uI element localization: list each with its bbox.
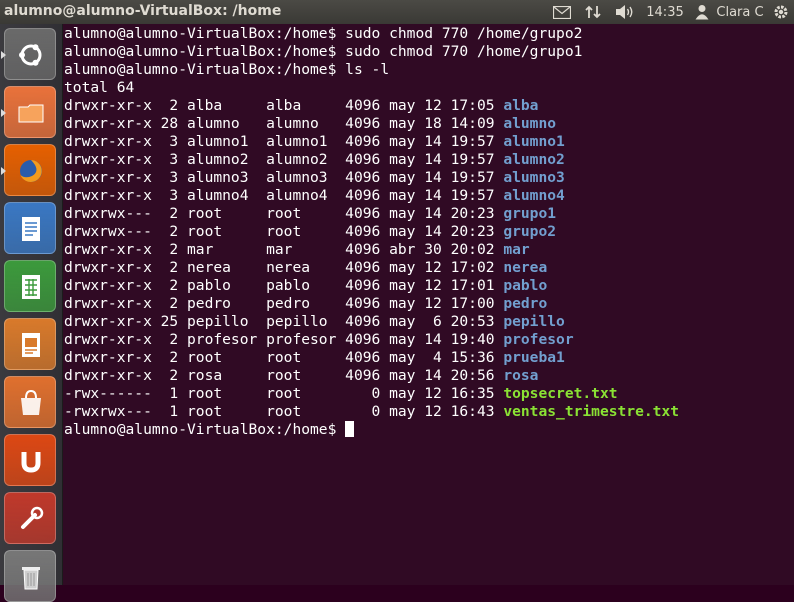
prompt-line: alumno@alumno-VirtualBox:/home$	[64, 43, 337, 60]
launcher-item-ubuntu-dash[interactable]	[1, 28, 56, 80]
running-indicator	[1, 167, 6, 175]
clock[interactable]: 14:35	[645, 2, 685, 22]
shopping-bag-icon	[15, 387, 47, 419]
file-name[interactable]: alumno	[503, 115, 556, 132]
launcher-item-ubuntu-one[interactable]	[4, 434, 56, 486]
terminal-output[interactable]: alumno@alumno-VirtualBox:/home$ sudo chm…	[64, 25, 679, 439]
listing-row: drwxr-xr-x 3 alumno2 alumno2 4096 may 14…	[64, 151, 565, 168]
file-name[interactable]: mar	[503, 241, 529, 258]
launcher-item-files[interactable]	[1, 86, 56, 138]
listing-row: drwxr-xr-x 2 pedro pedro 4096 may 12 17:…	[64, 295, 548, 312]
prompt-line: alumno@alumno-VirtualBox:/home$	[64, 421, 337, 438]
calc-icon	[15, 271, 47, 303]
listing-row: drwxrwx--- 2 root root 4096 may 14 20:23…	[64, 223, 557, 240]
user-name[interactable]: Clara C	[714, 2, 766, 22]
listing-row: drwxr-xr-x 28 alumno alumno 4096 may 18 …	[64, 115, 557, 132]
network-icon[interactable]	[583, 2, 603, 22]
user-icon[interactable]	[694, 2, 710, 22]
prompt-line: alumno@alumno-VirtualBox:/home$	[64, 61, 337, 78]
file-name[interactable]: nerea	[503, 259, 547, 276]
launcher-item-system-settings[interactable]	[4, 492, 56, 544]
file-name[interactable]: ventas_trimestre.txt	[503, 403, 679, 420]
listing-row: -rwx------ 1 root root 0 may 12 16:35 to…	[64, 385, 618, 402]
gear-icon[interactable]	[772, 2, 790, 22]
impress-icon	[15, 329, 47, 361]
file-name[interactable]: topsecret.txt	[503, 385, 617, 402]
total-line: total 64	[64, 79, 135, 96]
launcher-item-firefox[interactable]	[1, 144, 56, 196]
listing-row: drwxr-xr-x 3 alumno1 alumno1 4096 may 14…	[64, 133, 565, 150]
listing-row: drwxr-xr-x 2 pablo pablo 4096 may 12 17:…	[64, 277, 548, 294]
listing-row: -rwxrwx--- 1 root root 0 may 12 16:43 ve…	[64, 403, 680, 420]
file-name[interactable]: pepillo	[503, 313, 565, 330]
command: sudo chmod 770 /home/grupo1	[345, 43, 583, 60]
file-name[interactable]: profesor	[503, 331, 573, 348]
file-name[interactable]: prueba1	[503, 349, 565, 366]
listing-row: drwxr-xr-x 2 root root 4096 may 4 15:36 …	[64, 349, 565, 366]
terminal-window[interactable]: alumno@alumno-VirtualBox:/home$ sudo chm…	[63, 24, 794, 585]
writer-icon	[15, 213, 47, 245]
firefox-icon	[15, 155, 47, 187]
launcher-item-libreoffice-writer[interactable]	[4, 202, 56, 254]
listing-row: drwxr-xr-x 3 alumno4 alumno4 4096 may 14…	[64, 187, 565, 204]
launcher-item-trash[interactable]	[4, 550, 56, 602]
file-name[interactable]: alumno1	[503, 133, 565, 150]
top-panel: alumno@alumno-VirtualBox: /home 14:35 Cl…	[0, 0, 794, 24]
file-name[interactable]: grupo1	[503, 205, 556, 222]
text-cursor	[345, 421, 355, 437]
prompt-line: alumno@alumno-VirtualBox:/home$	[64, 25, 337, 42]
listing-row: drwxr-xr-x 2 alba alba 4096 may 12 17:05…	[64, 97, 539, 114]
listing-row: drwxr-xr-x 25 pepillo pepillo 4096 may 6…	[64, 313, 565, 330]
listing-row: drwxrwx--- 2 root root 4096 may 14 20:23…	[64, 205, 557, 222]
folder-icon	[15, 97, 47, 129]
ubuntu-one-icon	[15, 445, 47, 477]
command: ls -l	[345, 61, 390, 78]
listing-row: drwxr-xr-x 2 profesor profesor 4096 may …	[64, 331, 574, 348]
file-name[interactable]: alumno4	[503, 187, 565, 204]
settings-tools-icon	[15, 503, 47, 535]
launcher-item-libreoffice-impress[interactable]	[4, 318, 56, 370]
running-indicator	[1, 109, 6, 117]
launcher-item-software-center[interactable]	[4, 376, 56, 428]
file-name[interactable]: pablo	[503, 277, 547, 294]
listing-row: drwxr-xr-x 3 alumno3 alumno3 4096 may 14…	[64, 169, 565, 186]
ubuntu-logo-icon	[15, 39, 47, 71]
file-name[interactable]: pedro	[503, 295, 547, 312]
mail-icon[interactable]	[552, 2, 572, 22]
listing-row: drwxr-xr-x 2 mar mar 4096 abr 30 20:02 m…	[64, 241, 530, 258]
file-name[interactable]: alumno2	[503, 151, 565, 168]
launcher	[0, 24, 63, 602]
file-name[interactable]: alba	[503, 97, 538, 114]
command: sudo chmod 770 /home/grupo2	[345, 25, 583, 42]
file-name[interactable]: rosa	[503, 367, 538, 384]
running-indicator	[1, 51, 6, 59]
file-name[interactable]: grupo2	[503, 223, 556, 240]
file-name[interactable]: alumno3	[503, 169, 565, 186]
window-title: alumno@alumno-VirtualBox: /home	[4, 3, 282, 19]
listing-row: drwxr-xr-x 2 nerea nerea 4096 may 12 17:…	[64, 259, 548, 276]
trash-icon	[15, 561, 47, 593]
volume-icon[interactable]	[613, 2, 637, 22]
launcher-item-libreoffice-calc[interactable]	[4, 260, 56, 312]
listing-row: drwxr-xr-x 2 rosa root 4096 may 14 20:56…	[64, 367, 539, 384]
